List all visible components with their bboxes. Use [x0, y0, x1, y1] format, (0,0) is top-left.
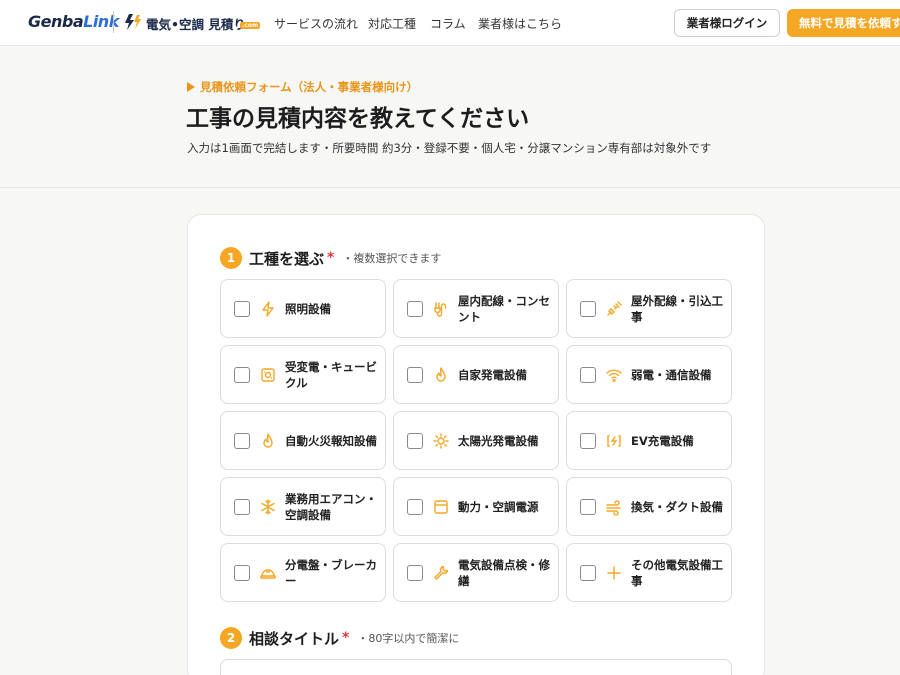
option-label: 屋外配線・引込工事 — [631, 293, 723, 324]
step-number-badge: 1 — [220, 247, 242, 269]
option-label: 換気・ダクト設備 — [631, 499, 723, 514]
checkbox[interactable] — [580, 565, 596, 581]
step-number-badge: 2 — [220, 627, 242, 649]
checkbox[interactable] — [234, 565, 250, 581]
option-label: 自動火災報知設備 — [285, 433, 377, 448]
consult-title-input[interactable] — [220, 659, 732, 675]
checkbox[interactable] — [580, 367, 596, 383]
ev-charger-icon — [607, 435, 621, 447]
eyebrow-triangle-icon — [187, 82, 195, 92]
helmet-icon — [260, 569, 276, 579]
checkbox[interactable] — [234, 499, 250, 515]
nav-work-types[interactable]: 対応工種 — [368, 15, 416, 32]
option-indoor-wiring[interactable]: 屋内配線・コンセント — [393, 279, 559, 338]
option-generator[interactable]: 自家発電設備 — [393, 345, 559, 404]
hero-section: 見積依頼フォーム（法人・事業者様向け） 工事の見積内容を教えてください 入力は1… — [0, 46, 900, 188]
flame-icon — [436, 367, 446, 382]
page-title: 工事の見積内容を教えてください — [186, 106, 530, 132]
plug-icon — [607, 301, 622, 316]
option-label: 受変電・キュービクル — [285, 359, 377, 390]
snowflake-icon — [261, 499, 275, 515]
checkbox[interactable] — [580, 433, 596, 449]
nav-for-contractors[interactable]: 業者様はこちら — [478, 15, 562, 32]
checkbox[interactable] — [234, 367, 250, 383]
brand-name[interactable]: 電気•空調 見積り — [146, 14, 246, 33]
logo-divider — [113, 11, 114, 33]
site-header: GenbaLink 電気•空調 見積り .com サービスの流れ 対応工種 コラ… — [0, 0, 900, 46]
step-title: 工種を選ぶ — [249, 249, 325, 268]
required-mark: * — [327, 250, 335, 266]
wrench-icon — [434, 565, 449, 580]
option-ventilation[interactable]: 換気・ダクト設備 — [566, 477, 732, 536]
option-label: 照明設備 — [285, 301, 331, 316]
step-hint: ・80字以内で簡潔に — [357, 632, 460, 645]
option-outdoor-wiring[interactable]: 屋外配線・引込工事 — [566, 279, 732, 338]
option-power-supply[interactable]: 動力・空調電源 — [393, 477, 559, 536]
option-lighting[interactable]: 照明設備 — [220, 279, 386, 338]
checkbox[interactable] — [407, 499, 423, 515]
contractor-login-button[interactable]: 業者様ログイン — [674, 9, 780, 37]
required-mark: * — [342, 630, 350, 646]
genbalink-logo[interactable]: GenbaLink — [28, 12, 119, 31]
option-label: 業務用エアコン・空調設備 — [285, 491, 377, 522]
panel-icon — [434, 500, 448, 514]
checkbox[interactable] — [407, 565, 423, 581]
plus-icon — [607, 566, 621, 580]
option-label: EV充電設備 — [631, 433, 694, 448]
option-solar[interactable]: 太陽光発電設備 — [393, 411, 559, 470]
checkbox[interactable] — [234, 301, 250, 317]
option-label: 電気設備点検・修繕 — [458, 557, 550, 588]
nav-column[interactable]: コラム — [430, 15, 466, 32]
option-inspection[interactable]: 電気設備点検・修繕 — [393, 543, 559, 602]
outlet-icon — [434, 302, 447, 317]
option-label: 自家発電設備 — [458, 367, 527, 382]
cubicle-icon — [261, 368, 275, 382]
wind-icon — [606, 500, 621, 516]
nav-service-flow[interactable]: サービスの流れ — [274, 15, 358, 32]
checkbox[interactable] — [234, 433, 250, 449]
bolt-icon — [262, 301, 274, 317]
sun-icon — [433, 433, 449, 449]
option-label: 弱電・通信設備 — [631, 367, 712, 382]
option-label: 太陽光発電設備 — [458, 433, 539, 448]
option-fire-alarm[interactable]: 自動火災報知設備 — [220, 411, 386, 470]
checkbox[interactable] — [580, 499, 596, 515]
option-label: その他電気設備工事 — [631, 557, 723, 588]
checkbox[interactable] — [407, 367, 423, 383]
step-hint: ・複数選択できます — [342, 252, 442, 265]
step-title: 相談タイトル — [249, 629, 340, 648]
checkbox[interactable] — [580, 301, 596, 317]
logo-main-text: Genba — [28, 12, 84, 31]
option-label: 分電盤・ブレーカー — [285, 557, 377, 588]
fire-icon — [263, 433, 273, 448]
option-air-conditioning[interactable]: 業務用エアコン・空調設備 — [220, 477, 386, 536]
option-substation[interactable]: 受変電・キュービクル — [220, 345, 386, 404]
checkbox[interactable] — [407, 301, 423, 317]
step-work-type-header: 1 工種を選ぶ * ・複数選択できます — [220, 247, 441, 269]
checkbox[interactable] — [407, 433, 423, 449]
option-ev-charging[interactable]: EV充電設備 — [566, 411, 732, 470]
option-distribution-board[interactable]: 分電盤・ブレーカー — [220, 543, 386, 602]
brand-bolt-icon — [125, 14, 141, 30]
option-low-voltage[interactable]: 弱電・通信設備 — [566, 345, 732, 404]
free-quote-button[interactable]: 無料で見積を依頼す — [787, 9, 900, 37]
brand-tag: .com — [240, 22, 261, 29]
wifi-icon — [606, 369, 622, 382]
option-label: 動力・空調電源 — [458, 499, 539, 514]
option-other[interactable]: その他電気設備工事 — [566, 543, 732, 602]
page-subtitle: 入力は1画面で完結します・所要時間 約3分・登録不要・個人宅・分譲マンション専有… — [187, 141, 712, 155]
form-eyebrow: 見積依頼フォーム（法人・事業者様向け） — [200, 80, 419, 94]
option-label: 屋内配線・コンセント — [458, 293, 550, 324]
step-consult-title-header: 2 相談タイトル * ・80字以内で簡潔に — [220, 627, 459, 649]
